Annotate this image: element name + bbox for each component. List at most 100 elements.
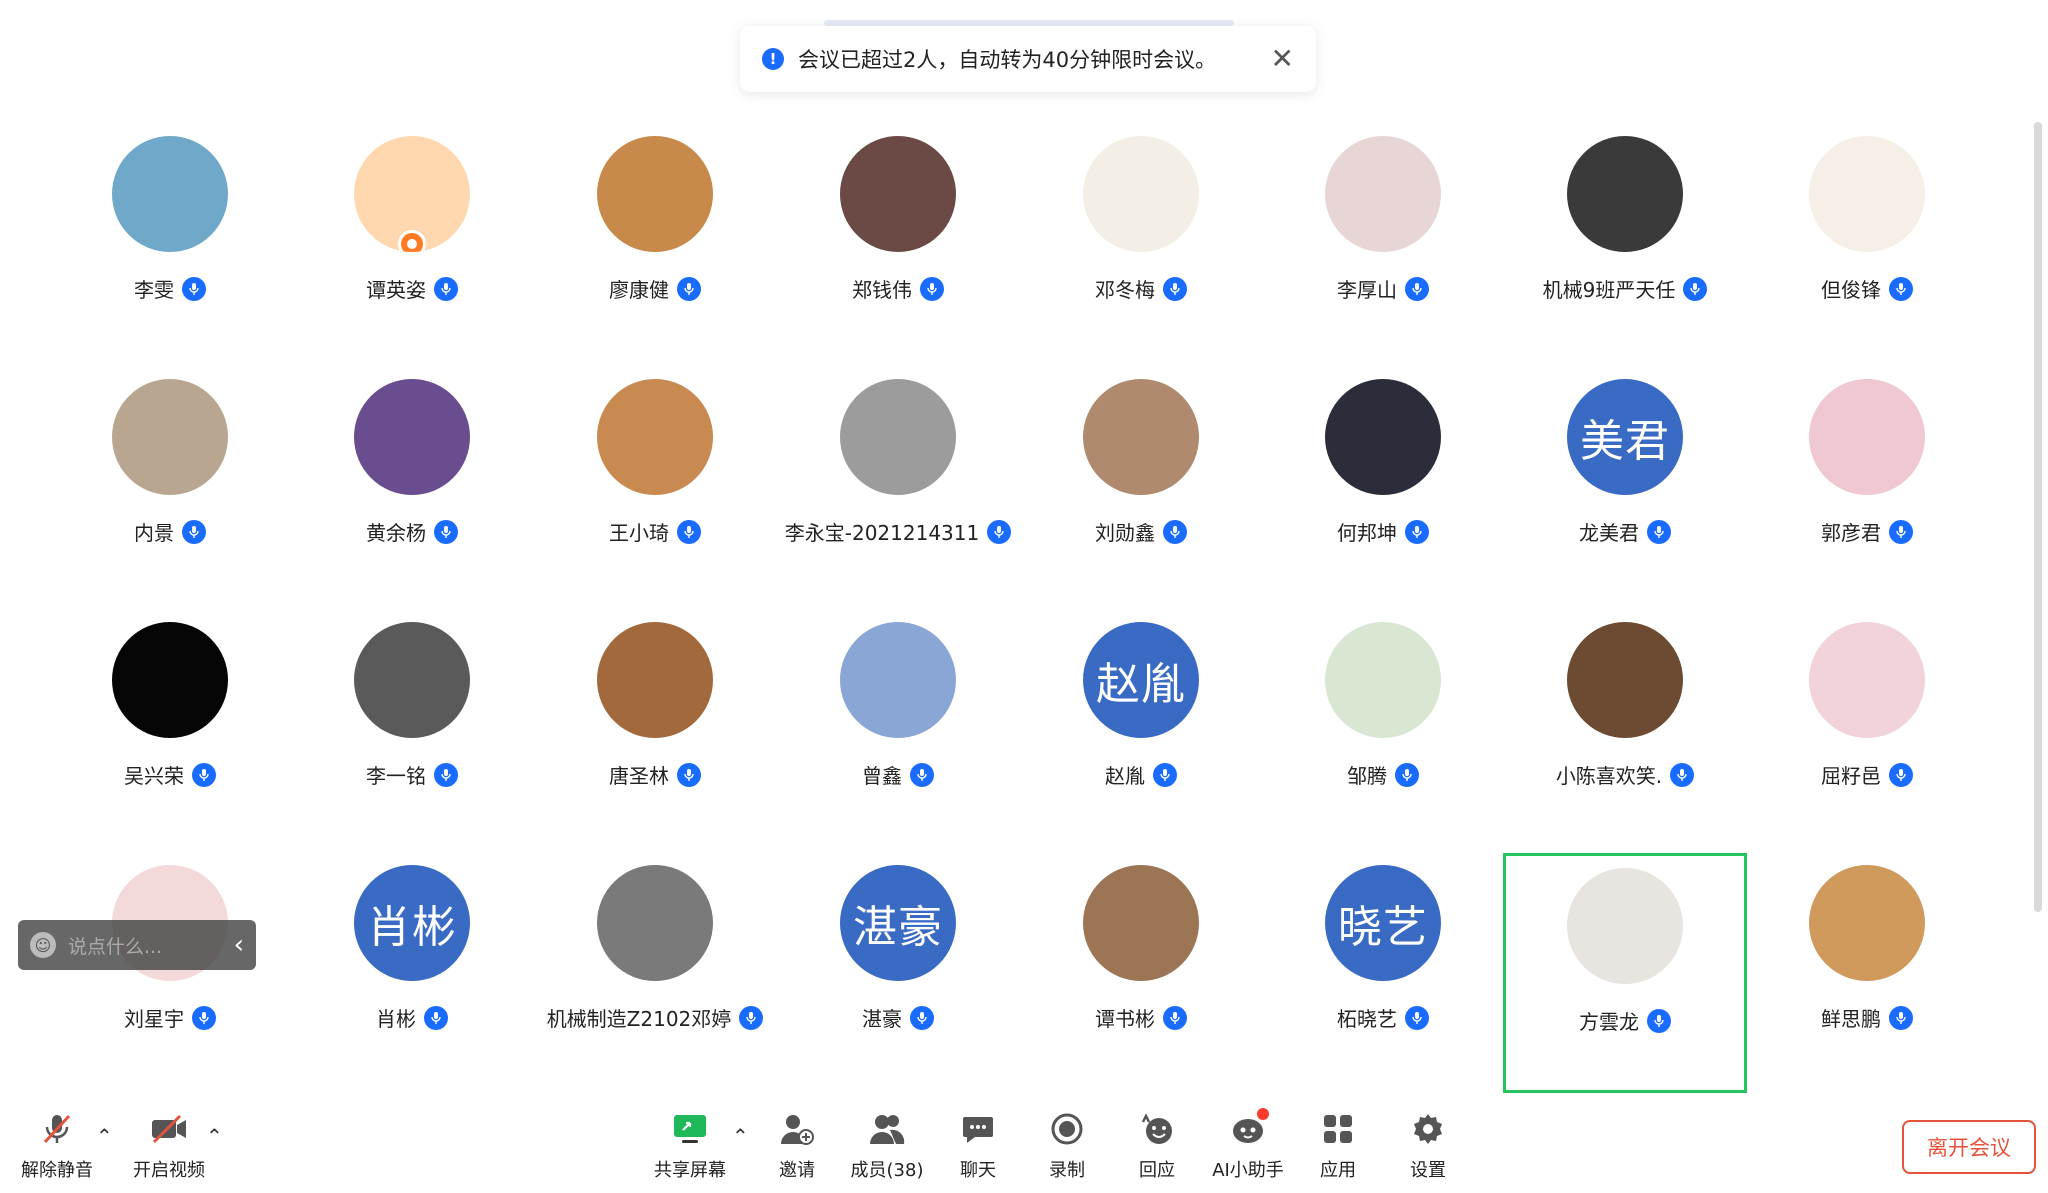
participant-tile[interactable]: 李永宝-2021214311 (776, 367, 1020, 607)
participant-tile[interactable]: 谭英姿 (290, 124, 534, 364)
scrollbar[interactable] (2034, 122, 2042, 912)
participant-name-row: 李雯 (134, 274, 206, 303)
participant-tile[interactable]: 刘勋鑫 (1019, 367, 1263, 607)
participant-tile[interactable]: 李厚山 (1261, 124, 1505, 364)
participant-tile[interactable]: 屈籽邑 (1745, 610, 1989, 850)
participant-name: 谭书彬 (1095, 1007, 1155, 1031)
gear-icon (1409, 1110, 1447, 1148)
participant-tile[interactable]: 内景 (48, 367, 292, 607)
info-icon: ! (762, 48, 784, 70)
participant-tile[interactable]: 谭书彬 (1019, 853, 1263, 1093)
participant-name: 但俊锋 (1821, 278, 1881, 302)
participant-name-row: 黄余杨 (366, 517, 458, 546)
participant-name-row: 曾鑫 (862, 760, 934, 789)
participant-name: 赵胤 (1105, 764, 1145, 788)
participant-name-row: 王小琦 (609, 517, 701, 546)
avatar: 湛豪 (840, 865, 956, 981)
chat-button[interactable]: 聊天 (933, 1110, 1023, 1186)
settings-button[interactable]: 设置 (1383, 1110, 1473, 1186)
share-screen-button[interactable]: 共享屏幕 (645, 1110, 735, 1186)
participant-tile[interactable]: 唐圣林 (533, 610, 777, 850)
participant-tile[interactable]: 湛豪 湛豪 (776, 853, 1020, 1093)
participant-name-row: 谭书彬 (1095, 1003, 1187, 1032)
participant-tile[interactable]: 邹腾 (1261, 610, 1505, 850)
avatar (1809, 136, 1925, 252)
participant-tile[interactable]: 李雯 (48, 124, 292, 364)
participant-tile[interactable]: 但俊锋 (1745, 124, 1989, 364)
mic-icon (182, 276, 206, 301)
invite-button[interactable]: 邀请 (752, 1110, 842, 1186)
participant-tile[interactable]: 何邦坤 (1261, 367, 1505, 607)
participant-tile[interactable]: 方雲龙 (1503, 853, 1747, 1093)
participant-name: 湛豪 (862, 1007, 902, 1031)
participant-tile[interactable]: 李一铭 (290, 610, 534, 850)
mic-icon (920, 276, 944, 301)
avatar (1809, 622, 1925, 738)
participant-name-row: 鲜思鹏 (1821, 1003, 1913, 1032)
avatar: 肖彬 (354, 865, 470, 981)
participant-name: 李永宝-2021214311 (784, 521, 980, 545)
avatar (597, 622, 713, 738)
participant-tile[interactable]: 郭彦君 (1745, 367, 1989, 607)
avatar: 晓艺 (1325, 865, 1441, 981)
participant-name: 谭英姿 (366, 278, 426, 302)
members-button[interactable]: 成员(38) (842, 1110, 932, 1186)
avatar: 赵胤 (1083, 622, 1199, 738)
participant-name-row: 赵胤 (1105, 760, 1177, 789)
start-video-button[interactable]: 开启视频 (124, 1110, 214, 1186)
record-button[interactable]: 录制 (1022, 1110, 1112, 1186)
participant-tile[interactable]: 邓冬梅 (1019, 124, 1263, 364)
close-icon[interactable]: ✕ (1271, 45, 1294, 73)
participant-tile[interactable]: 赵胤 赵胤 (1019, 610, 1263, 850)
reactions-button[interactable]: 回应 (1112, 1110, 1202, 1186)
participant-name: 鲜思鹏 (1821, 1007, 1881, 1031)
participant-tile[interactable]: 王小琦 (533, 367, 777, 607)
chevron-left-icon[interactable]: ‹ (234, 930, 244, 960)
participant-name-row: 李厚山 (1337, 274, 1429, 303)
chat-quick-input[interactable]: ☺ 说点什么... ‹ (18, 920, 256, 970)
apps-button[interactable]: 应用 (1293, 1110, 1383, 1186)
leave-meeting-button[interactable]: 离开会议 (1902, 1120, 2036, 1174)
participant-name: 王小琦 (609, 521, 669, 545)
settings-label: 设置 (1410, 1160, 1446, 1181)
participant-name-row: 但俊锋 (1821, 274, 1913, 303)
participant-tile[interactable]: 晓艺 柘晓艺 (1261, 853, 1505, 1093)
participant-tile[interactable]: 小陈喜欢笑. (1503, 610, 1747, 850)
participant-tile[interactable]: 机械制造Z2102邓婷 (533, 853, 777, 1093)
ai-assistant-button[interactable]: AI小助手 (1203, 1108, 1293, 1186)
participant-tile[interactable]: 曾鑫 (776, 610, 1020, 850)
emoji-icon[interactable]: ☺ (30, 932, 56, 958)
mic-icon (434, 276, 458, 301)
participant-tile[interactable]: 肖彬 肖彬 (290, 853, 534, 1093)
chat-placeholder[interactable]: 说点什么... (68, 932, 234, 959)
participant-tile[interactable]: 鲜思鹏 (1745, 853, 1989, 1093)
mic-icon (192, 762, 216, 787)
participant-tile[interactable]: 美君 龙美君 (1503, 367, 1747, 607)
participant-tile[interactable]: 机械9班严天任 (1503, 124, 1747, 364)
avatar (840, 136, 956, 252)
participant-tile[interactable]: 廖康健 (533, 124, 777, 364)
audio-options-chevron-icon[interactable]: ⌃ (96, 1124, 113, 1148)
avatar (1809, 379, 1925, 495)
avatar (1325, 136, 1441, 252)
unmute-label: 解除静音 (21, 1160, 93, 1181)
reaction-icon (1138, 1110, 1176, 1148)
share-options-chevron-icon[interactable]: ⌃ (732, 1124, 749, 1148)
participant-tile[interactable]: 吴兴荣 (48, 610, 292, 850)
participant-tile[interactable]: 郑钱伟 (776, 124, 1020, 364)
video-options-chevron-icon[interactable]: ⌃ (206, 1124, 223, 1148)
participant-tile[interactable]: 黄余杨 (290, 367, 534, 607)
participant-name-row: 邓冬梅 (1095, 274, 1187, 303)
participant-name-row: 刘星宇 (124, 1003, 216, 1032)
participant-name-row: 邹腾 (1347, 760, 1419, 789)
participant-name-row: 内景 (134, 517, 206, 546)
participant-name-row: 柘晓艺 (1337, 1003, 1429, 1032)
record-label: 录制 (1049, 1160, 1085, 1181)
mic-icon (677, 762, 701, 787)
unmute-button[interactable]: 解除静音 (12, 1110, 102, 1186)
user-badge-icon (398, 230, 426, 252)
mic-icon (739, 1005, 764, 1030)
mic-icon (1647, 1008, 1671, 1033)
participant-tile[interactable]: 刘星宇 (48, 853, 292, 1093)
participant-name-row: 机械9班严天任 (1543, 274, 1708, 303)
